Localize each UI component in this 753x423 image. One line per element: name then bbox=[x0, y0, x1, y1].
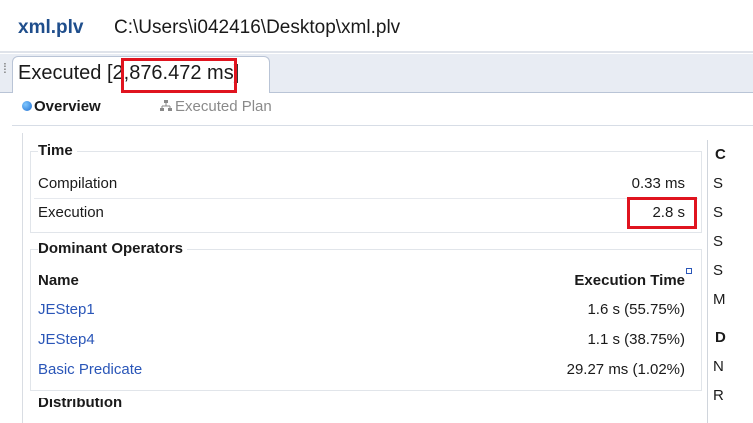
operator-time-jestep4: 1.1 s (38.75%) bbox=[587, 331, 685, 348]
distribution-clip: Distribution bbox=[30, 398, 230, 410]
operator-time-basic-predicate: 29.27 ms (1.02%) bbox=[566, 361, 685, 378]
subtab-executed-plan[interactable]: Executed Plan bbox=[160, 98, 272, 115]
subtab-overview[interactable]: Overview bbox=[22, 98, 101, 115]
compilation-label: Compilation bbox=[38, 175, 118, 192]
side-letter-9: R bbox=[713, 387, 724, 404]
tab-strip-handle: ⁞ bbox=[3, 60, 7, 76]
side-letter-5: S bbox=[713, 262, 724, 279]
side-letter-7: D bbox=[715, 329, 726, 346]
compilation-value: 0.33 ms bbox=[631, 175, 685, 192]
execution-label: Execution bbox=[38, 204, 104, 221]
file-path: C:\Users\i042416\Desktop\xml.plv bbox=[114, 17, 401, 38]
operator-link-basic-predicate[interactable]: Basic Predicate bbox=[38, 361, 142, 378]
column-header-execution-time[interactable]: Execution Time bbox=[500, 272, 685, 289]
time-row-divider bbox=[34, 198, 698, 199]
highlight-duration-box bbox=[121, 58, 237, 93]
side-letter-2: S bbox=[713, 175, 724, 192]
side-letter-8: N bbox=[713, 358, 724, 375]
dominant-operators-title: Dominant Operators bbox=[38, 240, 188, 257]
overview-icon bbox=[22, 101, 32, 111]
right-column-divider bbox=[707, 140, 708, 423]
plan-icon bbox=[160, 100, 172, 111]
side-letter-1: C bbox=[715, 146, 726, 163]
operator-time-jestep1: 1.6 s (55.75%) bbox=[587, 301, 685, 318]
subtab-bar bbox=[12, 93, 753, 126]
subtab-overview-label: Overview bbox=[34, 98, 101, 115]
subtab-executed-plan-label: Executed Plan bbox=[175, 98, 272, 115]
distribution-title: Distribution bbox=[38, 398, 123, 410]
editor-title-bar: xml.plv C:\Users\i042416\Desktop\xml.plv bbox=[0, 0, 753, 54]
side-letter-6: M bbox=[713, 291, 726, 308]
operator-link-jestep4[interactable]: JEStep4 bbox=[38, 331, 95, 348]
time-title: Time bbox=[38, 142, 77, 159]
highlight-execution-box bbox=[627, 197, 697, 229]
column-header-name: Name bbox=[38, 272, 79, 289]
sort-indicator-icon bbox=[686, 268, 692, 274]
side-letter-3: S bbox=[713, 204, 724, 221]
file-name: xml.plv bbox=[18, 17, 84, 38]
title-divider bbox=[0, 51, 753, 53]
tab-label: Executed bbox=[18, 62, 102, 84]
side-letter-4: S bbox=[713, 233, 724, 250]
operator-link-jestep1[interactable]: JEStep1 bbox=[38, 301, 95, 318]
